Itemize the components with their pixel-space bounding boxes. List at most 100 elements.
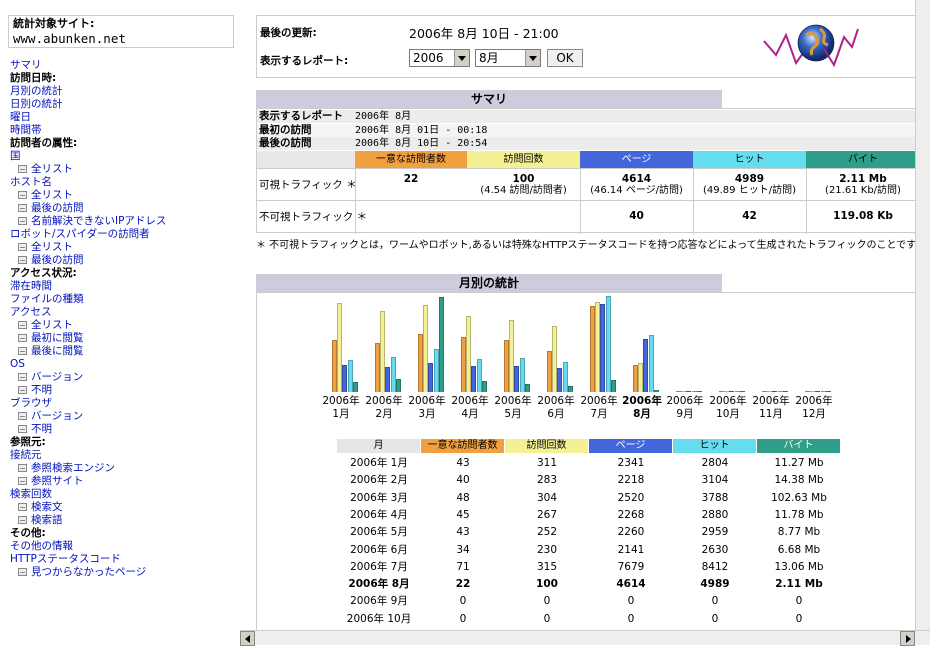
monthly-cell: 2520: [617, 491, 645, 504]
horizontal-scrollbar[interactable]: [240, 630, 930, 646]
monthly-cell: 2006年 10月: [346, 612, 412, 625]
sidebar-item-13[interactable]: ロボット/スパイダーの訪問者: [10, 228, 238, 241]
sidebar-item-20[interactable]: 全リスト: [10, 319, 238, 332]
month-select-value: 8月: [479, 51, 499, 65]
sidebar-item-31[interactable]: 参照検索エンジン: [10, 462, 238, 475]
monthly-cell: 11.27 Mb: [774, 457, 824, 469]
chart-x-month: 2月: [375, 408, 393, 420]
sidebar-item-3[interactable]: 日別の統計: [10, 98, 238, 111]
sidebar-item-22[interactable]: 最後に閲覧: [10, 345, 238, 358]
chart-bar: [739, 391, 745, 392]
sidebar-item-label: 最後に閲覧: [31, 345, 84, 357]
list-icon: [18, 191, 27, 199]
list-icon: [18, 464, 27, 472]
monthly-bar-chart: [331, 295, 851, 392]
chart-bar: [352, 382, 358, 392]
sidebar-item-8[interactable]: 全リスト: [10, 163, 238, 176]
sidebar-item-5[interactable]: 時間帯: [10, 124, 238, 137]
summary-col-header: バイト: [806, 151, 920, 168]
chart-x-year: 2006年: [408, 395, 446, 407]
sidebar-item-26[interactable]: ブラウザ: [10, 397, 238, 410]
summary-row-key: 最初の訪問: [259, 123, 312, 136]
sidebar-item-37[interactable]: その他の情報: [10, 540, 238, 553]
monthly-col-header: ページ: [589, 439, 672, 453]
monthly-cell: 2006年 6月: [350, 543, 408, 556]
sidebar-item-25[interactable]: 不明: [10, 384, 238, 397]
chart-x-month: 7月: [590, 408, 608, 420]
sidebar-item-33[interactable]: 検索回数: [10, 488, 238, 501]
report-label: 表示するレポート:: [260, 55, 349, 67]
monthly-cell: 45: [456, 508, 470, 521]
monthly-cell: 22: [455, 578, 471, 591]
sidebar-item-38[interactable]: HTTPステータスコード: [10, 553, 238, 566]
chart-x-year: 2006年: [580, 395, 618, 407]
chart-bar: [696, 391, 702, 392]
sidebar-item-39[interactable]: 見つからなかったページ: [10, 566, 238, 579]
sidebar-item-34[interactable]: 検索文: [10, 501, 238, 514]
monthly-cell: 2006年 3月: [350, 491, 408, 504]
chart-x-year: 2006年: [752, 395, 790, 407]
chevron-down-icon[interactable]: [454, 50, 469, 66]
monthly-cell: 102.63 Mb: [771, 491, 827, 504]
sidebar-item-7[interactable]: 国: [10, 150, 238, 163]
sidebar-item-18[interactable]: ファイルの種類: [10, 293, 238, 306]
summary-row: 最後の訪問 2006年 8月 10日 - 20:54: [257, 137, 920, 150]
year-select-value: 2006: [413, 51, 444, 65]
sidebar-item-label: 最初に閲覧: [31, 332, 84, 344]
sidebar-item-label: 参照サイト: [31, 475, 84, 487]
sidebar-item-4[interactable]: 曜日: [10, 111, 238, 124]
list-icon: [18, 373, 27, 381]
main-content: 最後の更新: 2006年 8月 10日 - 21:00 表示するレポート: 20…: [248, 0, 930, 630]
monthly-col-header: 一意な訪問者数: [421, 439, 504, 453]
sidebar-item-12[interactable]: 名前解決できないIPアドレス: [10, 215, 238, 228]
sidebar-item-30[interactable]: 接続元: [10, 449, 238, 462]
visible-value: 4614: [621, 173, 652, 185]
chart-bar: [438, 297, 444, 392]
summary-row-value: 2006年 8月: [355, 111, 412, 122]
globe-logo-icon: [763, 24, 859, 68]
sidebar-item-0[interactable]: サマリ: [10, 59, 238, 72]
sidebar-item-2[interactable]: 月別の統計: [10, 85, 238, 98]
sidebar-item-35[interactable]: 検索語: [10, 514, 238, 527]
monthly-col-header: 訪問回数: [505, 439, 588, 453]
month-select[interactable]: 8月: [475, 49, 541, 67]
ok-button[interactable]: OK: [547, 49, 583, 67]
sidebar-item-9[interactable]: ホスト名: [10, 176, 238, 189]
sidebar-item-14[interactable]: 全リスト: [10, 241, 238, 254]
monthly-cell: 2006年 5月: [350, 526, 408, 539]
sidebar-item-27[interactable]: バージョン: [10, 410, 238, 423]
monthly-cell: 13.06 Mb: [774, 560, 824, 573]
summary-header: サマリ: [256, 90, 722, 108]
sidebar-item-19[interactable]: アクセス: [10, 306, 238, 319]
list-icon: [18, 204, 27, 212]
sidebar-item-10[interactable]: 全リスト: [10, 189, 238, 202]
monthly-col-header: ヒット: [673, 439, 756, 453]
sidebar-item-label: 参照検索エンジン: [31, 462, 115, 474]
monthly-cell: 0: [459, 612, 467, 625]
monthly-cell: 40: [456, 474, 470, 487]
sidebar-item-24[interactable]: バージョン: [10, 371, 238, 384]
year-select[interactable]: 2006: [409, 49, 470, 67]
chart-x-month: 1月: [332, 408, 350, 420]
monthly-cell: 14.38 Mb: [774, 474, 824, 487]
sidebar-item-23[interactable]: OS: [10, 358, 238, 371]
monthly-cell: 11.78 Mb: [774, 508, 824, 521]
chart-bar: [395, 379, 401, 392]
chart-x-year: 2006年: [537, 395, 575, 407]
sidebar-item-11[interactable]: 最後の訪問: [10, 202, 238, 215]
sidebar-item-15[interactable]: 最後の訪問: [10, 254, 238, 267]
scroll-right-icon[interactable]: [900, 631, 915, 646]
vertical-scrollbar[interactable]: [915, 0, 930, 630]
monthly-cell: 0: [543, 612, 551, 625]
chart-bar: [481, 381, 487, 392]
site-value: www.abunken.net: [13, 31, 126, 46]
monthly-cell: 2006年 8月: [348, 578, 410, 591]
scroll-left-icon[interactable]: [240, 631, 255, 646]
sidebar-item-32[interactable]: 参照サイト: [10, 475, 238, 488]
chevron-down-icon[interactable]: [525, 50, 540, 66]
sidebar-item-21[interactable]: 最初に閲覧: [10, 332, 238, 345]
visible-sub-value: (21.61 Kb/訪問): [825, 185, 901, 196]
sidebar-item-28[interactable]: 不明: [10, 423, 238, 436]
sidebar-item-17[interactable]: 滞在時間: [10, 280, 238, 293]
sidebar-item-label: バージョン: [31, 371, 84, 383]
